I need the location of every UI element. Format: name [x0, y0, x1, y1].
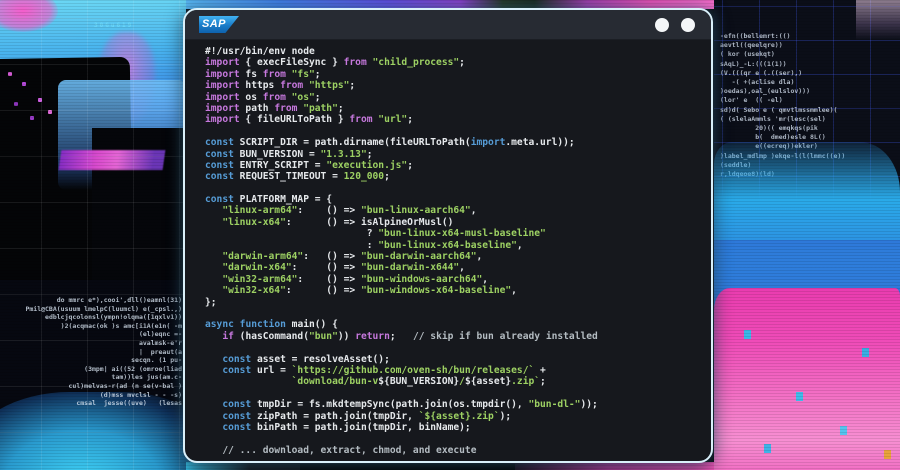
code-line: "darwin-x64": () => "bun-darwin-x644",	[205, 262, 707, 273]
code-line: import { fileURLToPath } from "url";	[205, 114, 707, 125]
terminal-code-area[interactable]: #!/usr/bin/env nodeimport { execFileSync…	[185, 40, 711, 456]
code-line: const SCRIPT_DIR = path.dirname(fileURLT…	[205, 137, 707, 148]
bg-glitch-text-right: -efn((bellemrt:(() aevtl((qeelqre)) ( ko…	[720, 32, 896, 179]
bg-pink-corner-blob	[0, 0, 58, 32]
bg-grid-overlay-left	[0, 0, 186, 470]
window-control-dot-1[interactable]	[655, 18, 669, 32]
bg-left-cyan-sky	[0, 0, 186, 170]
code-line: // ... download, extract, chmod, and exe…	[205, 445, 707, 456]
code-line	[205, 342, 707, 353]
code-line: const zipPath = path.join(tmpDir, `${ass…	[205, 411, 707, 422]
code-line: const REQUEST_TIMEOUT = 120_000;	[205, 171, 707, 182]
window-titlebar: SAP	[185, 10, 711, 40]
code-line: const binPath = path.join(tmpDir, binNam…	[205, 422, 707, 433]
glitch-desktop: do mmrc e*),cooi',dll()eamnl(31) Pmil@CB…	[0, 0, 900, 470]
code-line	[205, 388, 707, 399]
sap-logo: SAP	[199, 16, 239, 33]
code-line: "darwin-arm64": () => "bun-darwin-aarch6…	[205, 251, 707, 262]
bg-pink-silhouette	[98, 32, 156, 124]
terminal-window: SAP #!/usr/bin/env nodeimport { execFile…	[183, 8, 713, 463]
code-line: "linux-arm64": () => "bun-linux-aarch64"…	[205, 205, 707, 216]
code-line	[205, 183, 707, 194]
bg-tiny-glitch-text: 30Gu619	[94, 22, 133, 29]
bg-cyan-patch	[58, 80, 186, 190]
code-line: const BUN_VERSION = "1.3.13";	[205, 149, 707, 160]
sap-logo-text: SAP	[199, 16, 226, 33]
window-control-dot-2[interactable]	[681, 18, 695, 32]
code-line: if (hasCommand("bun")) return; // skip i…	[205, 331, 707, 342]
code-line: const url = `https://github.com/oven-sh/…	[205, 365, 707, 376]
code-line: const asset = resolveAsset();	[205, 354, 707, 365]
bg-magenta-streak	[59, 150, 166, 170]
code-line: import path from "path";	[205, 103, 707, 114]
code-line: import https from "https";	[205, 80, 707, 91]
code-line: : "bun-linux-x64-baseline",	[205, 240, 707, 251]
bg-right-panel	[714, 0, 900, 470]
bg-glitch-text-left: do mmrc e*),cooi',dll()eamnl(31) Pmil@CB…	[4, 296, 182, 408]
bg-magenta-dots	[8, 72, 12, 76]
code-line: const PLATFORM_MAP = {	[205, 194, 707, 205]
bg-pink-speckles	[744, 330, 751, 339]
code-line: "win32-x64": () => "bun-windows-x64-base…	[205, 285, 707, 296]
bg-dark-blob	[92, 128, 192, 358]
code-line: "linux-x64": () => isAlpineOrMusl()	[205, 217, 707, 228]
code-line	[205, 433, 707, 444]
bg-bottom-black-block	[300, 464, 515, 470]
code-line: const ENTRY_SCRIPT = "execution.js";	[205, 160, 707, 171]
code-line: async function main() {	[205, 319, 707, 330]
bg-right-blue-band	[714, 240, 900, 296]
code-lines: #!/usr/bin/env nodeimport { execFileSync…	[205, 46, 707, 456]
code-line: import fs from "fs";	[205, 69, 707, 80]
bg-right-cyan-mass	[714, 142, 900, 307]
code-line: import { execFileSync } from "child_proc…	[205, 57, 707, 68]
code-line: import os from "os";	[205, 92, 707, 103]
code-line: ? "bun-linux-x64-musl-baseline"	[205, 228, 707, 239]
bg-right-pink-mass	[714, 288, 900, 470]
code-line: "win32-arm64": () => "bun-windows-aarch6…	[205, 274, 707, 285]
bg-left-panel	[0, 0, 186, 470]
code-line: #!/usr/bin/env node	[205, 46, 707, 57]
bg-right-light-noise	[856, 0, 900, 40]
code-line: };	[205, 297, 707, 308]
code-line	[205, 126, 707, 137]
code-line: const tmpDir = fs.mkdtempSync(path.join(…	[205, 399, 707, 410]
bg-grid-overlay-right	[714, 0, 900, 300]
code-line	[205, 308, 707, 319]
code-line: `download/bun-v${BUN_VERSION}/${asset}.z…	[205, 376, 707, 387]
bg-dark-blob	[0, 280, 186, 440]
bg-dark-blob	[0, 57, 134, 319]
bg-bottom-gradient-strip	[186, 462, 714, 470]
